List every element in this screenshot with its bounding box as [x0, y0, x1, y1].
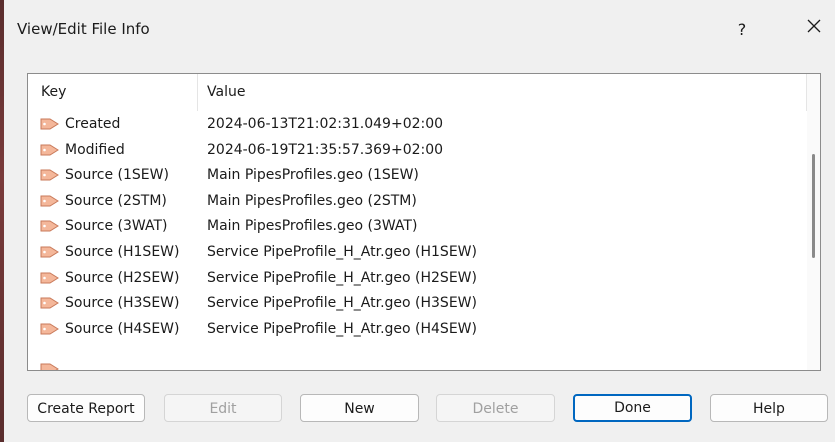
list-item[interactable]: Source (H1SEW) Service PipeProfile_H_Atr.…	[28, 240, 807, 266]
tag-icon	[40, 118, 59, 130]
help-button[interactable]: Help	[710, 394, 828, 422]
close-icon	[807, 19, 821, 33]
window-title: View/Edit File Info	[17, 20, 150, 38]
tag-icon	[40, 169, 59, 181]
column-header-value[interactable]: Value	[207, 84, 245, 100]
list-item-partial[interactable]	[28, 361, 807, 370]
file-info-list[interactable]: Key Value Created 2024-06-13T21:02:31.049…	[27, 73, 821, 371]
title-bar: View/Edit File Info ?	[4, 0, 835, 60]
edit-button[interactable]: Edit	[164, 394, 282, 422]
list-item-key: Modified	[65, 141, 125, 158]
scrollbar-thumb[interactable]	[812, 154, 815, 258]
list-item[interactable]: Source (2STM) Main PipesProfiles.geo (2ST…	[28, 189, 807, 215]
list-item[interactable]: Source (H4SEW) Service PipeProfile_H_Atr.…	[28, 317, 807, 343]
new-button[interactable]: New	[300, 394, 419, 422]
list-item-key: Created	[65, 116, 121, 132]
list-item[interactable]: Created 2024-06-13T21:02:31.049+02:00	[28, 112, 807, 138]
done-button[interactable]: Done	[573, 394, 692, 422]
list-item-key: Source (1SEW)	[65, 167, 169, 184]
context-help-button[interactable]: ?	[730, 18, 754, 42]
list-item-value: Service PipeProfile_H_Atr.geo (H1SEW)	[207, 243, 477, 260]
list-item-key: Source (H1SEW)	[65, 243, 180, 260]
tag-icon	[40, 297, 59, 309]
list-rows: Created 2024-06-13T21:02:31.049+02:00 Modi…	[28, 112, 807, 342]
column-header-key[interactable]: Key	[41, 84, 66, 100]
tag-icon	[40, 363, 59, 370]
list-item-value: Service PipeProfile_H_Atr.geo (H3SEW)	[207, 295, 477, 312]
tag-icon	[40, 195, 59, 207]
tag-icon	[40, 246, 59, 258]
list-item-key: Source (H4SEW)	[65, 320, 180, 337]
tag-icon	[40, 323, 59, 335]
list-item-key: Source (2STM)	[65, 192, 167, 209]
tag-icon	[40, 272, 59, 284]
list-item-key: Source (3WAT)	[65, 218, 168, 235]
tag-icon	[40, 144, 59, 156]
list-item[interactable]: Source (1SEW) Main PipesProfiles.geo (1SE…	[28, 163, 807, 189]
delete-button[interactable]: Delete	[436, 394, 555, 422]
list-item-value: Main PipesProfiles.geo (3WAT)	[207, 218, 418, 235]
list-item-value: 2024-06-19T21:35:57.369+02:00	[207, 141, 444, 158]
list-item[interactable]: Modified 2024-06-19T21:35:57.369+02:00	[28, 138, 807, 164]
list-header: Key Value	[28, 74, 807, 111]
list-item-key: Source (H3SEW)	[65, 295, 180, 312]
list-item[interactable]: Source (H3SEW) Service PipeProfile_H_Atr.…	[28, 291, 807, 317]
file-info-dialog: View/Edit File Info ? Key Value Created 2…	[4, 0, 835, 442]
list-item-value: Service PipeProfile_H_Atr.geo (H4SEW)	[207, 320, 477, 337]
create-report-button[interactable]: Create Report	[27, 394, 145, 422]
list-item-key: Source (H2SEW)	[65, 269, 180, 286]
column-divider[interactable]	[197, 74, 198, 111]
list-item[interactable]: Source (H2SEW) Service PipeProfile_H_Atr.…	[28, 266, 807, 292]
list-item-value: Service PipeProfile_H_Atr.geo (H2SEW)	[207, 269, 477, 286]
close-button[interactable]	[802, 18, 826, 42]
list-item[interactable]: Source (3WAT) Main PipesProfiles.geo (3WA…	[28, 214, 807, 240]
list-item-value: 2024-06-13T21:02:31.049+02:00	[207, 116, 444, 132]
tag-icon	[40, 220, 59, 232]
vertical-scrollbar[interactable]	[807, 74, 820, 370]
list-item-value: Main PipesProfiles.geo (1SEW)	[207, 167, 419, 184]
list-item-value: Main PipesProfiles.geo (2STM)	[207, 192, 417, 209]
